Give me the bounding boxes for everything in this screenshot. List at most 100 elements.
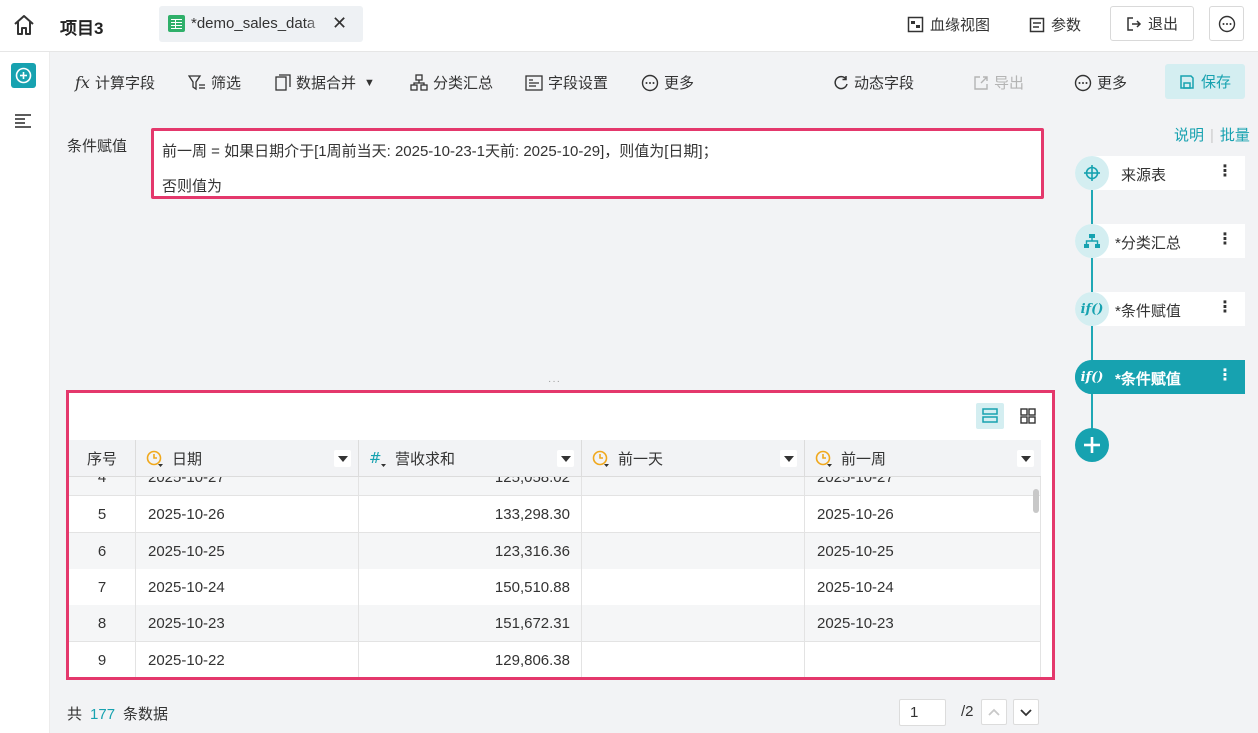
lineage-label: 血缘视图: [930, 17, 991, 34]
flow-node-group-summary[interactable]: *分类汇总 ⋮: [1075, 224, 1245, 258]
table-header: 序号 日期 # 营收求和 前一天 前一周: [69, 440, 1041, 477]
if-icon: if(): [1075, 292, 1109, 326]
cell-revenue: 151,672.31: [359, 605, 582, 642]
more-circle-icon: [1074, 74, 1092, 91]
add-node-button[interactable]: [1075, 428, 1109, 462]
export-button[interactable]: 导出: [973, 72, 1024, 93]
column-header-label: 序号: [86, 451, 117, 468]
cell-revenue: 123,316.36: [359, 533, 582, 570]
chevron-down-icon: ▼: [364, 76, 375, 89]
cell-date: 2025-10-25: [136, 533, 359, 570]
hierarchy-icon: [1075, 224, 1109, 258]
kebab-icon[interactable]: ⋮: [1217, 164, 1233, 180]
flow-node-source[interactable]: 来源表 ⋮: [1075, 156, 1245, 190]
calc-field-label: 计算字段: [94, 75, 155, 92]
more-circle-icon: [641, 74, 659, 91]
column-dropdown-icon[interactable]: [1017, 450, 1034, 467]
params-button[interactable]: 参数: [1029, 14, 1081, 35]
column-dropdown-icon[interactable]: [334, 450, 351, 467]
cell-prev-week: 2025-10-26: [805, 496, 1041, 533]
flow-node-label: *条件赋值: [1115, 371, 1181, 388]
batch-link[interactable]: 批量: [1220, 127, 1250, 144]
column-dropdown-icon[interactable]: [780, 450, 797, 467]
more-menu-button[interactable]: [1209, 6, 1244, 41]
close-icon[interactable]: ✕: [332, 13, 347, 33]
lineage-view-button[interactable]: 血缘视图: [907, 14, 990, 35]
chevron-down-icon: [1020, 709, 1032, 717]
flow-node-condition-1[interactable]: if() *条件赋值 ⋮: [1075, 292, 1245, 326]
link-separator: |: [1210, 127, 1214, 144]
save-button[interactable]: 保存: [1165, 64, 1245, 99]
cell-prev-day: [582, 477, 805, 496]
field-settings-button[interactable]: 字段设置: [525, 72, 608, 93]
grid-view-icon: [1020, 408, 1036, 424]
cell-date: 2025-10-24: [136, 569, 359, 606]
exit-label: 退出: [1147, 16, 1178, 33]
calc-field-button[interactable]: fx 计算字段: [75, 72, 155, 93]
cell-revenue: 133,298.30: [359, 496, 582, 533]
record-count: 共 177 条数据: [67, 703, 168, 724]
page-number-input[interactable]: 1: [899, 699, 946, 726]
merge-icon: [275, 74, 291, 91]
hierarchy-icon: [410, 74, 428, 91]
group-summary-label: 分类汇总: [433, 75, 494, 92]
column-header-label: 日期: [172, 451, 203, 468]
flow-node-label: *分类汇总: [1115, 235, 1181, 252]
filter-button[interactable]: 筛选: [188, 72, 241, 93]
table-view-button[interactable]: [976, 403, 1004, 429]
table-row[interactable]: 7 2025-10-24 150,510.88 2025-10-24: [69, 569, 1041, 606]
more-label: 更多: [664, 75, 695, 92]
list-icon[interactable]: [15, 114, 31, 128]
explain-link[interactable]: 说明: [1174, 127, 1204, 144]
more-right-button[interactable]: 更多: [1074, 72, 1127, 93]
flow-node-condition-2[interactable]: if() *条件赋值 ⋮: [1075, 360, 1245, 394]
cell-prev-day: [582, 496, 805, 533]
condition-editor[interactable]: 前一周 = 如果日期介于[1周前当天: 2025-10-23-1天前: 2025…: [151, 128, 1044, 199]
cell-index: 7: [69, 569, 136, 606]
column-header-date[interactable]: 日期: [136, 440, 359, 477]
more-right-label: 更多: [1097, 75, 1128, 92]
kebab-icon[interactable]: ⋮: [1217, 368, 1233, 384]
resize-handle[interactable]: ···: [548, 376, 561, 387]
cell-prev-day: [582, 642, 805, 677]
number-icon: #: [369, 450, 386, 467]
table-row[interactable]: 6 2025-10-25 123,316.36 2025-10-25: [69, 533, 1041, 570]
table-row[interactable]: 4 2025-10-27 125,058.02 2025-10-27: [69, 477, 1041, 496]
grid-view-button[interactable]: [1014, 403, 1042, 429]
condition-line-1: 前一周 = 如果日期介于[1周前当天: 2025-10-23-1天前: 2025…: [162, 143, 718, 160]
refresh-icon: [834, 75, 848, 89]
vertical-scrollbar[interactable]: [1033, 489, 1039, 513]
table-row[interactable]: 5 2025-10-26 133,298.30 2025-10-26: [69, 496, 1041, 533]
file-tab[interactable]: *demo_sales_data ✕: [159, 6, 363, 42]
cell-index: 5: [69, 496, 136, 533]
column-header-revenue[interactable]: # 营收求和: [359, 440, 582, 477]
next-page-button[interactable]: [1013, 699, 1039, 725]
field-settings-label: 字段设置: [548, 75, 609, 92]
column-header-prev-day[interactable]: 前一天: [582, 440, 805, 477]
count-prefix: 共: [67, 706, 83, 723]
group-summary-button[interactable]: 分类汇总: [410, 72, 493, 93]
table-row[interactable]: 9 2025-10-22 129,806.38: [69, 642, 1041, 677]
add-icon[interactable]: [11, 63, 36, 88]
kebab-icon[interactable]: ⋮: [1217, 232, 1233, 248]
merge-button[interactable]: 数据合并 ▼: [275, 72, 375, 93]
kebab-icon[interactable]: ⋮: [1217, 300, 1233, 316]
flow-node-label: *条件赋值: [1115, 303, 1181, 320]
cell-revenue: 125,058.02: [359, 477, 582, 496]
chevron-up-icon: [988, 708, 1000, 716]
clock-icon: [592, 450, 609, 467]
more-button[interactable]: 更多: [641, 72, 694, 93]
column-header-prev-week[interactable]: 前一周: [805, 440, 1041, 477]
exit-button[interactable]: 退出: [1110, 6, 1194, 41]
export-icon: [974, 75, 988, 90]
home-icon[interactable]: [12, 13, 36, 37]
column-header-label: 营收求和: [395, 451, 456, 468]
dynamic-field-button[interactable]: 动态字段: [833, 72, 914, 93]
export-label: 导出: [994, 75, 1025, 92]
field-settings-icon: [525, 74, 543, 91]
column-dropdown-icon[interactable]: [557, 450, 574, 467]
cell-date: 2025-10-26: [136, 496, 359, 533]
table-row[interactable]: 8 2025-10-23 151,672.31 2025-10-23: [69, 605, 1041, 642]
left-rail: [0, 52, 50, 733]
prev-page-button[interactable]: [981, 699, 1007, 725]
